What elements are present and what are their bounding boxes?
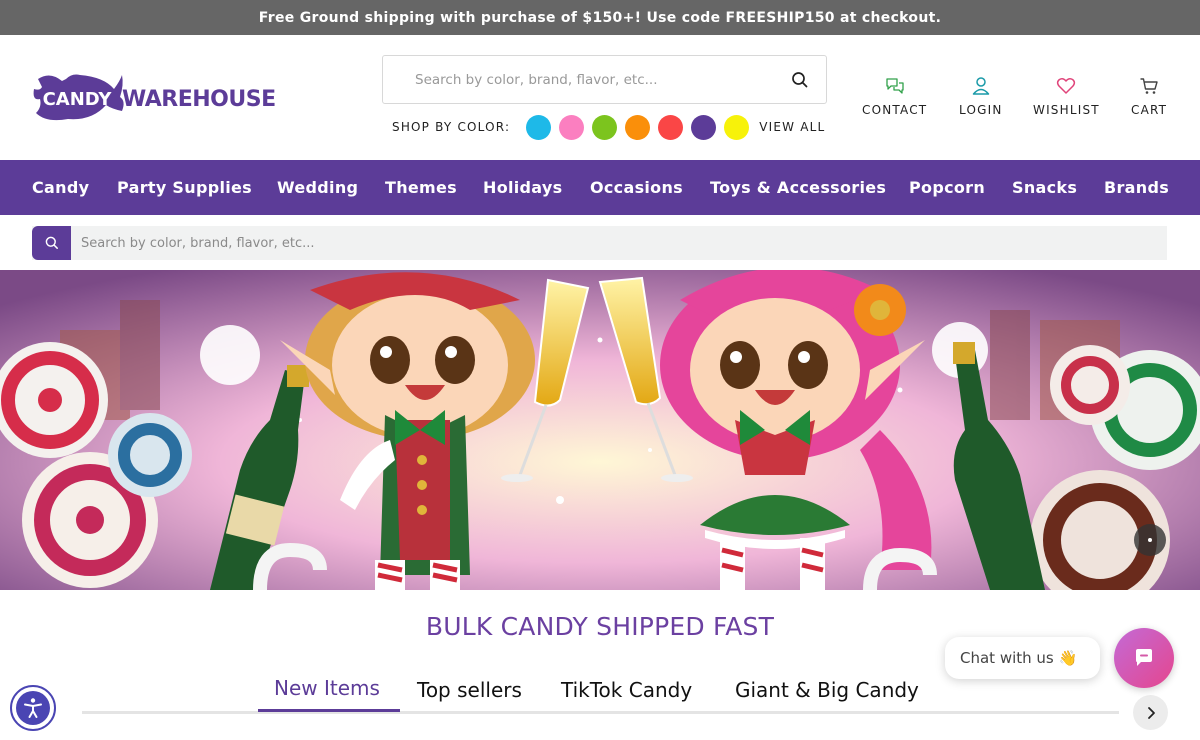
nav-item-party-supplies[interactable]: Party Supplies — [117, 178, 252, 197]
nav-item-brands[interactable]: Brands — [1104, 178, 1169, 197]
tab-new-items[interactable]: New Items — [274, 676, 380, 700]
color-swatch-red[interactable] — [658, 114, 684, 140]
hero-illustration — [0, 270, 1200, 590]
contact-link[interactable]: CONTACT — [862, 76, 927, 117]
promo-text: Free Ground shipping with purchase of $1… — [258, 9, 942, 26]
user-icon — [972, 77, 990, 95]
nav-item-themes[interactable]: Themes — [385, 178, 457, 197]
color-swatch-orange[interactable] — [625, 114, 651, 140]
contact-label: CONTACT — [862, 103, 928, 117]
color-swatch-yellow[interactable] — [724, 114, 750, 140]
login-link[interactable]: LOGIN — [959, 76, 1003, 117]
logo-word-warehouse: WAREHOUSE — [122, 87, 276, 112]
chat-with-us-bubble[interactable]: Chat with us 👋 — [945, 637, 1100, 679]
candy-warehouse-logo[interactable]: CANDY WAREHOUSE — [32, 71, 277, 127]
site-header: CANDY WAREHOUSE SHOP BY COLOR: VIEW ALL … — [0, 35, 1200, 160]
chat-launcher-button[interactable] — [1114, 628, 1174, 688]
chat-bubbles-icon — [886, 78, 904, 94]
wishlist-link[interactable]: WISHLIST — [1033, 76, 1100, 117]
promo-bar: Free Ground shipping with purchase of $1… — [0, 0, 1200, 35]
color-swatch-blue[interactable] — [526, 114, 552, 140]
nav-item-holidays[interactable]: Holidays — [483, 178, 562, 197]
hero-banner[interactable] — [0, 270, 1200, 590]
nav-item-occasions[interactable]: Occasions — [590, 178, 683, 197]
nav-item-candy[interactable]: Candy — [32, 178, 89, 197]
heart-icon — [1057, 78, 1076, 94]
color-swatch-green[interactable] — [592, 114, 618, 140]
chevron-right-icon — [1147, 706, 1155, 719]
tabs-next-button[interactable] — [1133, 695, 1168, 730]
secondary-search-bar — [32, 226, 1167, 260]
accessibility-button[interactable] — [10, 685, 56, 731]
cart-link[interactable]: CART — [1131, 76, 1167, 117]
chat-icon — [1136, 649, 1152, 666]
search-bar — [382, 55, 827, 104]
search-icon[interactable] — [790, 70, 810, 90]
cart-icon — [1140, 78, 1158, 94]
main-nav: Candy Party Supplies Wedding Themes Holi… — [0, 160, 1200, 215]
secondary-search-input[interactable] — [81, 226, 1151, 260]
cart-label: CART — [1131, 103, 1168, 117]
shop-by-color-label: SHOP BY COLOR: — [392, 120, 511, 134]
accessibility-icon — [16, 691, 50, 725]
tab-giant-big-candy[interactable]: Giant & Big Candy — [735, 678, 919, 702]
wishlist-label: WISHLIST — [1033, 103, 1100, 117]
nav-item-wedding[interactable]: Wedding — [277, 178, 358, 197]
nav-item-popcorn[interactable]: Popcorn — [909, 178, 985, 197]
chat-label: Chat with us 👋 — [960, 649, 1078, 667]
nav-item-snacks[interactable]: Snacks — [1012, 178, 1077, 197]
nav-item-toys-accessories[interactable]: Toys & Accessories — [710, 178, 886, 197]
color-swatch-purple[interactable] — [691, 114, 717, 140]
login-label: LOGIN — [959, 103, 1003, 117]
view-all-colors-link[interactable]: VIEW ALL — [759, 120, 825, 134]
logo-word-candy: CANDY — [43, 89, 113, 110]
tab-top-sellers[interactable]: Top sellers — [417, 678, 522, 702]
secondary-search-button[interactable] — [32, 226, 71, 260]
color-swatch-pink[interactable] — [559, 114, 585, 140]
active-tab-indicator — [258, 709, 400, 712]
search-input[interactable] — [415, 71, 795, 88]
search-icon — [45, 236, 58, 249]
shop-by-color: SHOP BY COLOR: VIEW ALL — [392, 114, 825, 140]
tab-tiktok-candy[interactable]: TikTok Candy — [561, 678, 692, 702]
